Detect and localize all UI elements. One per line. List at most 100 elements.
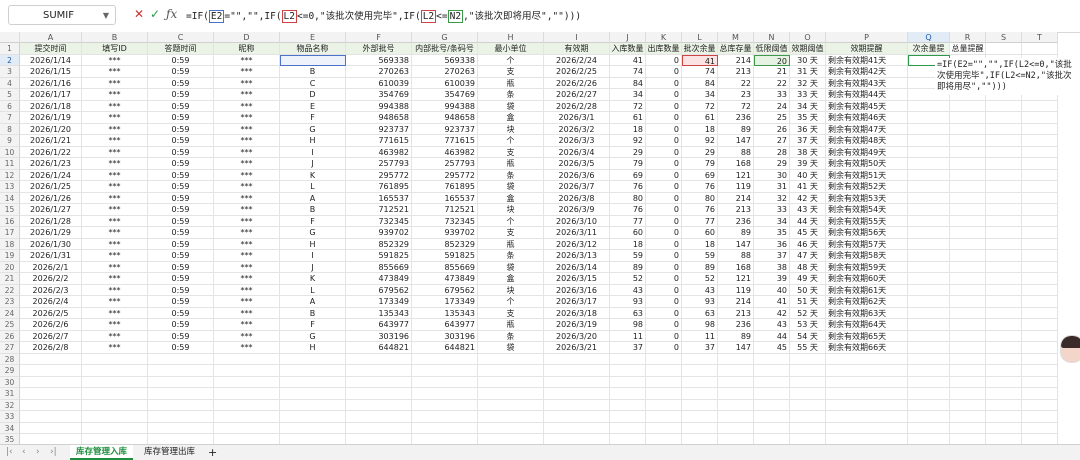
empty-cell[interactable] <box>718 353 754 365</box>
table-cell[interactable]: 61 <box>610 112 646 124</box>
table-cell[interactable]: 74 <box>682 66 718 78</box>
empty-cell[interactable] <box>148 411 214 423</box>
last-sheet-icon[interactable]: ›| <box>50 445 57 460</box>
table-cell[interactable]: 994388 <box>346 100 412 112</box>
table-cell[interactable] <box>1022 215 1058 227</box>
table-cell[interactable]: 2026/3/3 <box>544 135 610 147</box>
table-cell[interactable]: 剩余有效期62天 <box>826 296 908 308</box>
empty-cell[interactable] <box>682 365 718 377</box>
header-cell[interactable]: 入库数量 <box>610 43 646 55</box>
table-cell[interactable]: 89 <box>682 261 718 273</box>
table-cell[interactable] <box>1022 169 1058 181</box>
table-cell[interactable] <box>908 204 950 216</box>
table-cell[interactable]: 37 天 <box>790 135 826 147</box>
table-cell[interactable]: 76 <box>610 181 646 193</box>
table-cell[interactable]: 939702 <box>346 227 412 239</box>
empty-cell[interactable] <box>718 399 754 411</box>
table-cell[interactable]: 643977 <box>346 319 412 331</box>
table-cell[interactable]: 0:59 <box>148 66 214 78</box>
table-cell[interactable] <box>908 112 950 124</box>
table-cell[interactable] <box>950 261 986 273</box>
table-cell[interactable]: 瓶 <box>478 158 544 170</box>
table-cell[interactable] <box>986 181 1022 193</box>
empty-cell[interactable] <box>20 399 82 411</box>
table-cell[interactable] <box>908 250 950 262</box>
empty-cell[interactable] <box>478 376 544 388</box>
table-cell[interactable]: K <box>280 273 346 285</box>
empty-cell[interactable] <box>646 365 682 377</box>
table-cell[interactable]: 2026/2/25 <box>544 66 610 78</box>
table-cell[interactable]: 60 <box>682 227 718 239</box>
table-cell[interactable] <box>1022 123 1058 135</box>
table-cell[interactable]: 2026/1/27 <box>20 204 82 216</box>
empty-cell[interactable] <box>610 411 646 423</box>
header-cell[interactable]: 效期阈值 <box>790 43 826 55</box>
row-header[interactable]: 4 <box>0 77 20 89</box>
empty-cell[interactable] <box>826 399 908 411</box>
table-cell[interactable]: 79 <box>682 158 718 170</box>
row-header[interactable]: 24 <box>0 307 20 319</box>
table-cell[interactable]: *** <box>82 307 148 319</box>
table-cell[interactable]: 34 <box>610 89 646 101</box>
table-cell[interactable]: 剩余有效期59天 <box>826 261 908 273</box>
table-cell[interactable]: 168 <box>718 261 754 273</box>
table-cell[interactable]: 52 <box>610 273 646 285</box>
table-cell[interactable] <box>986 342 1022 354</box>
table-cell[interactable] <box>1022 330 1058 342</box>
table-cell[interactable]: 173349 <box>346 296 412 308</box>
table-cell[interactable] <box>986 100 1022 112</box>
table-cell[interactable]: 43 <box>610 284 646 296</box>
table-cell[interactable]: *** <box>214 146 280 158</box>
table-cell[interactable] <box>1022 158 1058 170</box>
table-cell[interactable] <box>950 319 986 331</box>
row-header[interactable]: 32 <box>0 399 20 411</box>
table-cell[interactable]: 994388 <box>412 100 478 112</box>
table-cell[interactable] <box>1022 238 1058 250</box>
table-cell[interactable]: 51 天 <box>790 296 826 308</box>
table-cell[interactable]: 11 <box>682 330 718 342</box>
empty-cell[interactable] <box>478 353 544 365</box>
table-cell[interactable] <box>950 342 986 354</box>
empty-cell[interactable] <box>718 422 754 434</box>
table-cell[interactable]: 147 <box>718 135 754 147</box>
table-cell[interactable]: D <box>280 89 346 101</box>
table-cell[interactable]: 0:59 <box>148 77 214 89</box>
table-cell[interactable]: 569338 <box>412 54 478 66</box>
table-cell[interactable]: 2026/3/19 <box>544 319 610 331</box>
empty-cell[interactable] <box>682 411 718 423</box>
table-cell[interactable]: 24 <box>754 100 790 112</box>
table-cell[interactable]: 32 天 <box>790 77 826 89</box>
table-cell[interactable]: 60 <box>610 227 646 239</box>
table-cell[interactable]: 2026/1/20 <box>20 123 82 135</box>
table-cell[interactable]: 0 <box>646 89 682 101</box>
table-cell[interactable]: B <box>280 307 346 319</box>
empty-cell[interactable] <box>754 388 790 400</box>
table-cell[interactable]: 37 <box>682 342 718 354</box>
table-cell[interactable]: 55 天 <box>790 342 826 354</box>
table-cell[interactable]: 2026/3/20 <box>544 330 610 342</box>
table-cell[interactable]: 0:59 <box>148 342 214 354</box>
table-cell[interactable]: 32 <box>754 192 790 204</box>
table-cell[interactable]: 2026/3/4 <box>544 146 610 158</box>
table-cell[interactable]: *** <box>82 100 148 112</box>
row-header[interactable]: 21 <box>0 273 20 285</box>
empty-cell[interactable] <box>646 376 682 388</box>
empty-cell[interactable] <box>280 422 346 434</box>
empty-cell[interactable] <box>478 388 544 400</box>
table-cell[interactable]: J <box>280 158 346 170</box>
table-cell[interactable] <box>908 227 950 239</box>
table-cell[interactable]: 剩余有效期49天 <box>826 146 908 158</box>
table-cell[interactable]: A <box>280 296 346 308</box>
table-cell[interactable]: G <box>280 123 346 135</box>
table-cell[interactable] <box>1022 112 1058 124</box>
row-header[interactable]: 11 <box>0 158 20 170</box>
row-header[interactable]: 13 <box>0 181 20 193</box>
table-cell[interactable]: 2026/1/25 <box>20 181 82 193</box>
table-cell[interactable]: 761895 <box>346 181 412 193</box>
empty-cell[interactable] <box>950 353 986 365</box>
table-cell[interactable]: 29 <box>754 158 790 170</box>
table-cell[interactable]: 0 <box>646 284 682 296</box>
row-header[interactable]: 29 <box>0 365 20 377</box>
column-header[interactable]: S <box>986 32 1022 43</box>
table-cell[interactable]: 49 天 <box>790 273 826 285</box>
